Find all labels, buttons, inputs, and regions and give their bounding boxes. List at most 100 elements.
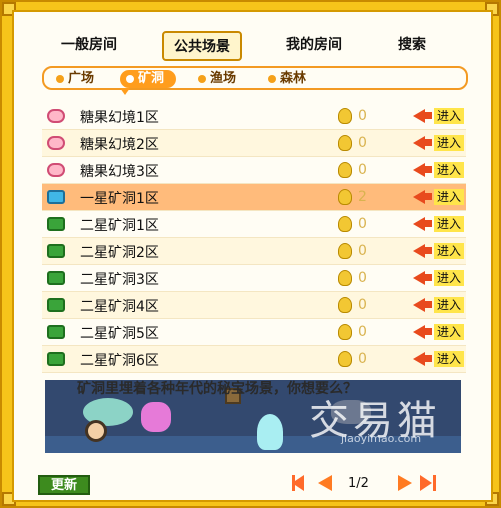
player-count: 0 bbox=[358, 162, 367, 178]
subtab-label: 矿洞 bbox=[138, 71, 165, 86]
arrow-tail bbox=[424, 112, 432, 119]
lightbulb-icon bbox=[338, 243, 352, 259]
room-name: 糖果幻境3区 bbox=[80, 164, 159, 180]
enter-label: 进入 bbox=[434, 324, 465, 340]
subtab-label: 渔场 bbox=[210, 71, 237, 86]
lightbulb-icon bbox=[338, 189, 352, 205]
player-count: 0 bbox=[358, 297, 367, 313]
room-row[interactable]: 二星矿洞4区 0 进入 bbox=[42, 292, 466, 319]
enter-button[interactable]: 进入 bbox=[413, 270, 465, 286]
room-row[interactable]: 糖果幻境3区 0 进入 bbox=[42, 157, 466, 184]
dot-icon bbox=[268, 74, 276, 83]
room-row[interactable]: 二星矿洞5区 0 进入 bbox=[42, 319, 466, 346]
lightbulb-icon bbox=[338, 135, 352, 151]
lightbulb-icon bbox=[338, 162, 352, 178]
arrow-tail bbox=[424, 193, 432, 200]
enter-button[interactable]: 进入 bbox=[413, 108, 465, 124]
room-row[interactable]: 二星矿洞6区 0 进入 bbox=[42, 346, 466, 373]
player-count: 0 bbox=[358, 216, 367, 232]
arrow-tail bbox=[424, 355, 432, 362]
lightbulb-icon bbox=[338, 324, 352, 340]
arrow-tail bbox=[424, 139, 432, 146]
room-name: 糖果幻境2区 bbox=[80, 137, 159, 153]
subtab-fishery[interactable]: 渔场 bbox=[198, 70, 236, 88]
room-list: 糖果幻境1区 0 进入 糖果幻境2区 0 进入 糖果幻境3区 0 进入 一星矿洞… bbox=[42, 103, 466, 373]
tab-search[interactable]: 搜索 bbox=[398, 34, 426, 54]
enter-label: 进入 bbox=[434, 243, 465, 259]
enter-label: 进入 bbox=[434, 108, 465, 124]
candy-icon bbox=[47, 136, 65, 150]
subtab-label: 广场 bbox=[68, 71, 95, 86]
enter-button[interactable]: 进入 bbox=[413, 216, 465, 232]
dot-icon bbox=[126, 74, 134, 83]
room-name: 一星矿洞1区 bbox=[80, 191, 159, 207]
candy-icon bbox=[47, 163, 65, 177]
room-name: 糖果幻境1区 bbox=[80, 110, 159, 126]
enter-button[interactable]: 进入 bbox=[413, 324, 465, 340]
enter-button[interactable]: 进入 bbox=[413, 135, 465, 151]
arrow-tail bbox=[424, 301, 432, 308]
prev-page-icon[interactable] bbox=[318, 475, 332, 491]
room-row[interactable]: 二星矿洞3区 0 进入 bbox=[42, 265, 466, 292]
candy-icon bbox=[47, 109, 65, 123]
room-row[interactable]: 二星矿洞2区 0 进入 bbox=[42, 238, 466, 265]
pink-crystal bbox=[141, 402, 171, 432]
last-page-icon[interactable] bbox=[420, 475, 432, 491]
enter-button[interactable]: 进入 bbox=[413, 297, 465, 313]
lightbulb-icon bbox=[338, 351, 352, 367]
last-page-bar bbox=[433, 475, 436, 491]
watermark-url: jiaoyimao.com bbox=[341, 432, 422, 445]
ore-icon bbox=[47, 352, 65, 366]
lightbulb-icon bbox=[338, 297, 352, 313]
enter-label: 进入 bbox=[434, 351, 465, 367]
tab-my-room[interactable]: 我的房间 bbox=[286, 34, 342, 54]
ore-icon bbox=[47, 271, 65, 285]
player-count: 0 bbox=[358, 108, 367, 124]
main-tabs: 一般房间 公共场景 我的房间 搜索 bbox=[28, 28, 478, 62]
tab-general-rooms[interactable]: 一般房间 bbox=[61, 34, 117, 54]
refresh-button[interactable]: 更新 bbox=[38, 475, 90, 495]
lightbulb-icon bbox=[338, 108, 352, 124]
room-browser-window: 一般房间 公共场景 我的房间 搜索 广场 矿洞 渔场 森林 糖果幻境1区 0 进… bbox=[0, 0, 501, 508]
subtab-mine[interactable]: 矿洞 bbox=[120, 70, 177, 88]
arrow-tail bbox=[424, 220, 432, 227]
enter-button[interactable]: 进入 bbox=[413, 351, 465, 367]
room-name: 二星矿洞6区 bbox=[80, 353, 159, 369]
ore-icon bbox=[47, 298, 65, 312]
character-avatar bbox=[85, 420, 107, 442]
room-row[interactable]: 糖果幻境1区 0 进入 bbox=[42, 103, 466, 130]
arrow-tail bbox=[424, 166, 432, 173]
player-count: 0 bbox=[358, 243, 367, 259]
room-row-selected[interactable]: 一星矿洞1区 2 进入 bbox=[42, 184, 466, 211]
subtab-plaza[interactable]: 广场 bbox=[56, 70, 94, 88]
player-count: 0 bbox=[358, 351, 367, 367]
room-row[interactable]: 糖果幻境2区 0 进入 bbox=[42, 130, 466, 157]
ghost-figure bbox=[257, 414, 283, 450]
page-indicator: 1/2 bbox=[348, 476, 369, 491]
enter-label: 进入 bbox=[434, 135, 465, 151]
player-count: 0 bbox=[358, 324, 367, 340]
room-row[interactable]: 二星矿洞1区 0 进入 bbox=[42, 211, 466, 238]
subtab-forest[interactable]: 森林 bbox=[268, 70, 306, 88]
ore-icon bbox=[47, 244, 65, 258]
enter-button[interactable]: 进入 bbox=[413, 162, 465, 178]
player-count: 0 bbox=[358, 270, 367, 286]
arrow-tail bbox=[424, 328, 432, 335]
mine-preview-banner: 矿洞里埋着各种年代的秘宝场景，你想要么？ 交易猫 jiaoyimao.com bbox=[45, 380, 461, 453]
room-name: 二星矿洞3区 bbox=[80, 272, 159, 288]
ore-icon bbox=[47, 325, 65, 339]
first-page-icon[interactable] bbox=[292, 475, 304, 491]
enter-label: 进入 bbox=[434, 270, 465, 286]
enter-label: 进入 bbox=[434, 216, 465, 232]
enter-button[interactable]: 进入 bbox=[413, 189, 465, 205]
enter-label: 进入 bbox=[434, 162, 465, 178]
room-name: 二星矿洞4区 bbox=[80, 299, 159, 315]
enter-label: 进入 bbox=[434, 189, 465, 205]
lightbulb-icon bbox=[338, 216, 352, 232]
dot-icon bbox=[198, 74, 206, 83]
dot-icon bbox=[56, 74, 64, 83]
arrow-tail bbox=[424, 247, 432, 254]
tab-public-scenes[interactable]: 公共场景 bbox=[162, 31, 242, 61]
enter-button[interactable]: 进入 bbox=[413, 243, 465, 259]
next-page-icon[interactable] bbox=[398, 475, 412, 491]
